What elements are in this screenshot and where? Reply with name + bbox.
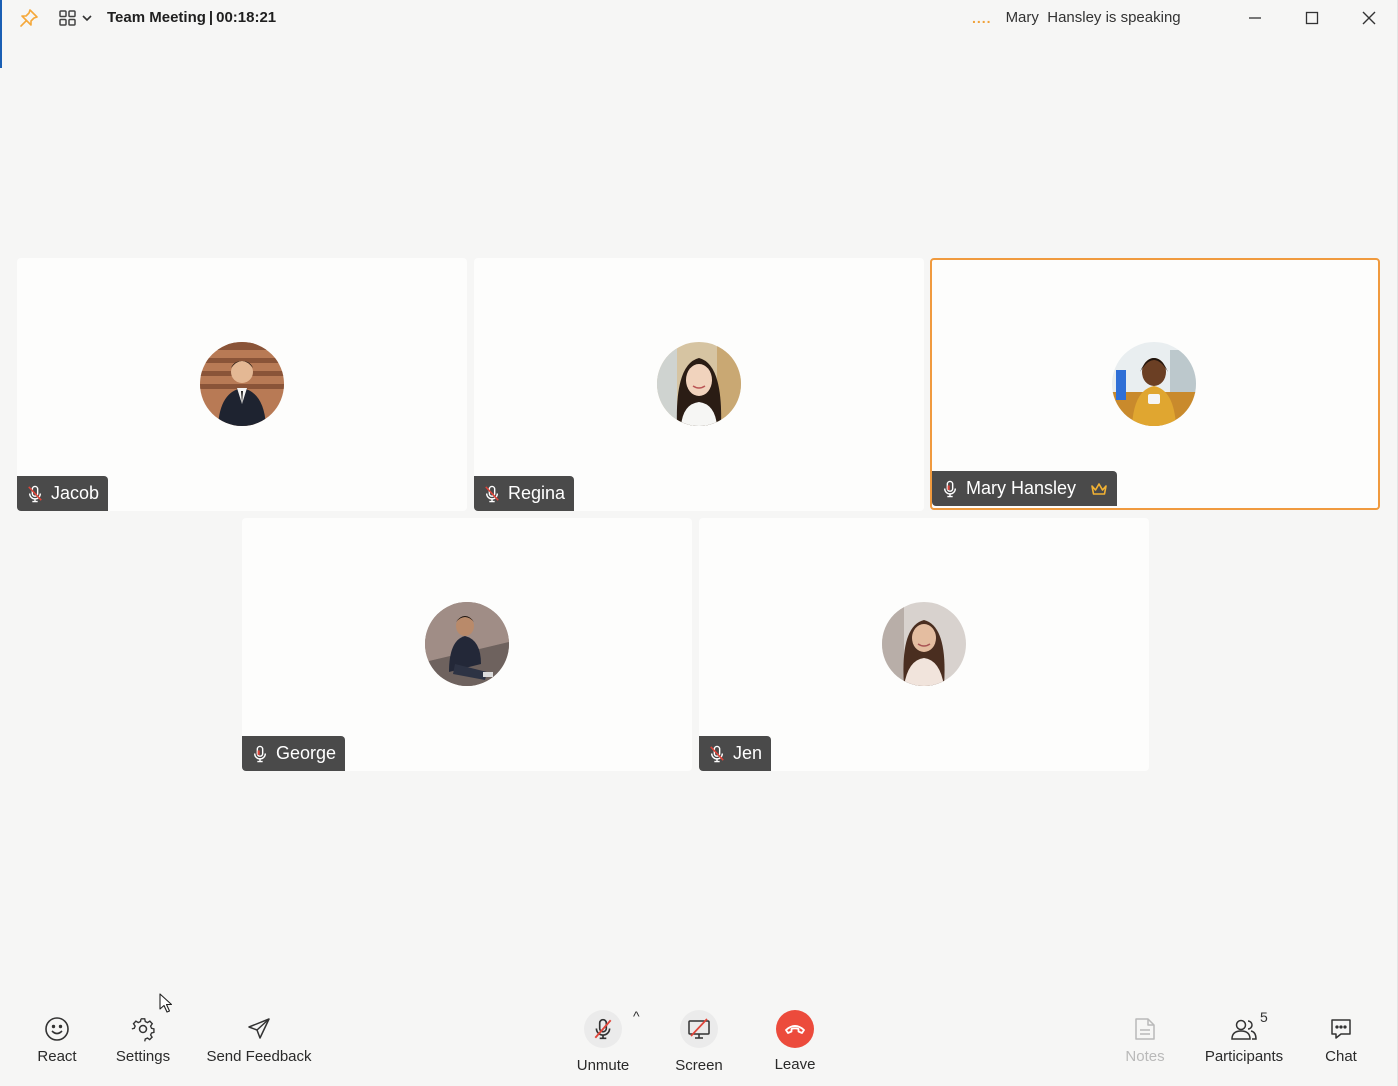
layout-switcher-button[interactable] (58, 8, 96, 28)
participant-tile-regina[interactable]: Regina (474, 258, 924, 511)
phone-hangup-icon (785, 1025, 805, 1034)
smiley-icon (45, 1017, 69, 1041)
participants-icon (1231, 1019, 1257, 1040)
settings-button[interactable]: Settings (112, 1014, 174, 1065)
meeting-name: Team Meeting (107, 9, 206, 26)
speaking-dots-icon: .... (972, 9, 992, 26)
participant-tile-mary-hansley[interactable]: Mary Hansley (930, 258, 1380, 510)
mic-muted-icon (594, 1018, 612, 1040)
minimize-icon (1249, 17, 1261, 19)
screen-share-off-icon (688, 1018, 710, 1039)
leave-button[interactable]: Leave (772, 1010, 818, 1073)
audio-options-caret-icon[interactable]: ^ (633, 1008, 640, 1024)
participant-name: Mary Hansley (966, 478, 1077, 498)
send-icon (248, 1018, 270, 1039)
participant-tile-jacob[interactable]: Jacob (17, 258, 467, 511)
screen-label: Screen (675, 1057, 723, 1074)
mic-on-icon (942, 480, 958, 498)
mic-muted-icon (484, 485, 500, 503)
name-tag: Jen (699, 736, 772, 771)
close-button[interactable] (1355, 4, 1383, 32)
leave-label: Leave (774, 1056, 816, 1073)
name-tag: George (242, 736, 346, 771)
title-separator: | (208, 9, 214, 26)
settings-label: Settings (115, 1048, 171, 1065)
title-bar: Team Meeting | 00:18:21 .... Mary Hansley … (0, 0, 1398, 36)
name-tag: Mary Hansley (932, 471, 1118, 506)
speaking-indicator: .... Mary Hansley is speaking (972, 9, 1181, 26)
host-crown-icon (1091, 482, 1107, 495)
speaking-status: Mary Hansley is speaking (1005, 9, 1181, 26)
chat-button[interactable]: Chat (1321, 1014, 1361, 1065)
avatar (425, 602, 509, 686)
participant-name: Regina (508, 483, 566, 503)
pin-icon[interactable] (18, 7, 40, 29)
meeting-timer: 00:18:21 (216, 9, 277, 26)
participants-count-badge: 5 (1260, 1009, 1268, 1025)
avatar (882, 602, 966, 686)
mic-muted-icon (27, 485, 43, 503)
gear-icon (131, 1018, 155, 1042)
participant-name: Jen (733, 743, 763, 763)
avatar (200, 342, 284, 426)
mouse-cursor-icon (159, 993, 173, 1013)
avatar (657, 342, 741, 426)
name-tag: Jacob (17, 476, 109, 511)
send-feedback-label: Send Feedback (206, 1048, 312, 1065)
participants-button[interactable]: Participants (1200, 1014, 1288, 1065)
participant-tile-jen[interactable]: Jen (699, 518, 1149, 771)
name-tag: Regina (474, 476, 575, 511)
avatar (1112, 342, 1196, 426)
send-feedback-button[interactable]: Send Feedback (203, 1014, 315, 1065)
participant-tile-george[interactable]: George (242, 518, 692, 771)
maximize-button[interactable] (1298, 4, 1326, 32)
unmute-label: Unmute (576, 1057, 630, 1074)
mic-on-icon (252, 745, 268, 763)
participants-label: Participants (1204, 1048, 1284, 1065)
participant-name: George (276, 743, 337, 763)
chat-label: Chat (1325, 1048, 1357, 1065)
participant-name: Jacob (51, 483, 100, 503)
chat-icon (1331, 1019, 1351, 1039)
grid-layout-icon (59, 10, 76, 26)
notes-button[interactable]: Notes (1122, 1014, 1168, 1065)
notes-label: Notes (1125, 1048, 1165, 1065)
notes-icon (1135, 1018, 1155, 1040)
minimize-button[interactable] (1241, 4, 1269, 32)
meeting-title: Team Meeting | 00:18:21 (107, 9, 276, 26)
screen-share-button[interactable]: Screen (673, 1010, 725, 1074)
chevron-down-icon (82, 15, 92, 22)
close-icon (1362, 11, 1376, 25)
unmute-button[interactable]: Unmute (573, 1010, 633, 1074)
react-label: React (37, 1048, 77, 1065)
mic-muted-icon (709, 745, 725, 763)
react-button[interactable]: React (35, 1014, 79, 1065)
maximize-icon (1305, 11, 1319, 25)
